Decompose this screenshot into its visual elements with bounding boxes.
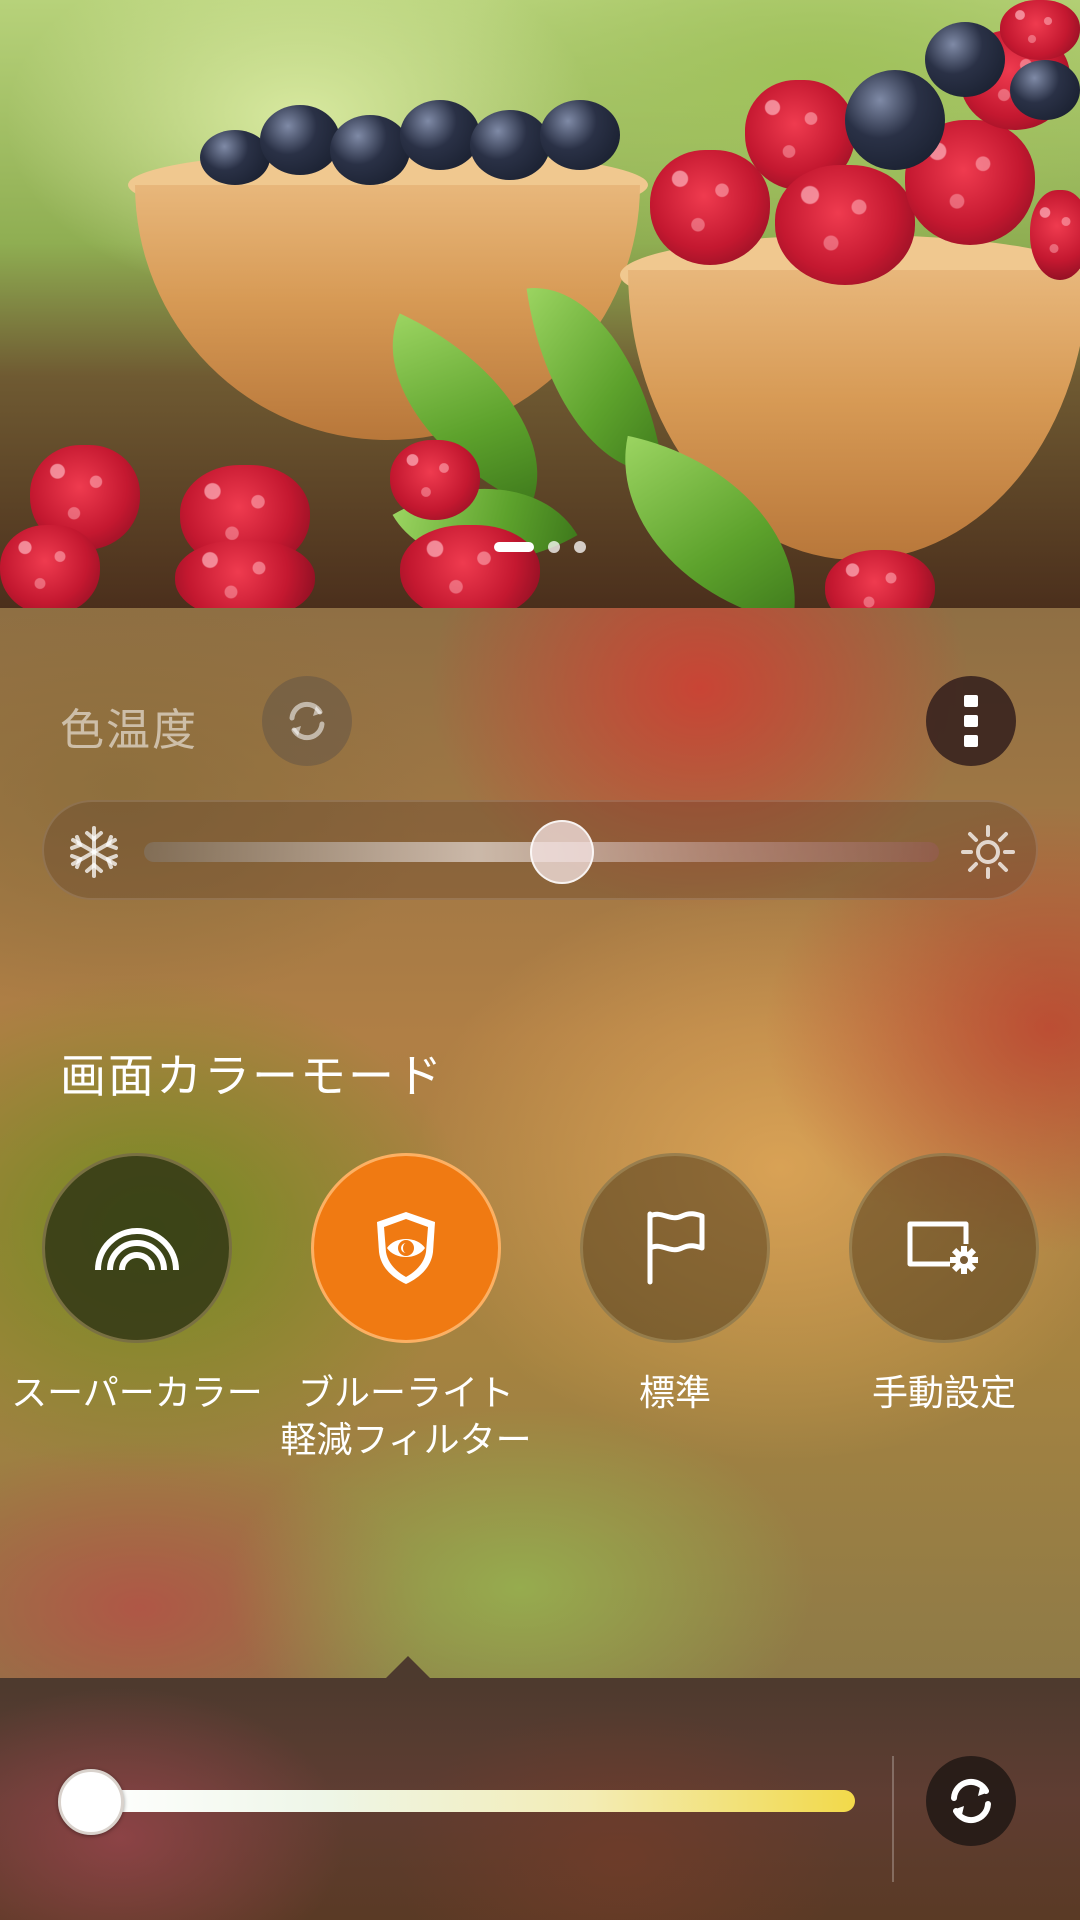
raspberry — [650, 150, 770, 265]
mode-standard-button[interactable] — [580, 1153, 770, 1343]
raspberry — [775, 165, 915, 285]
raspberry — [1000, 0, 1080, 60]
color-temperature-reset-button[interactable] — [262, 676, 352, 766]
blueberry — [1010, 60, 1080, 120]
preview-image[interactable] — [0, 0, 1080, 608]
screen-settings-icon — [907, 1221, 978, 1274]
display-settings-panel: 色温度 画面カラーモード スーパーカラー ブルーライト 軽減フィルター 標準 手… — [0, 608, 1080, 1678]
more-vertical-icon — [964, 695, 978, 747]
raspberry — [390, 440, 480, 520]
mode-manual-settings-button[interactable] — [849, 1153, 1039, 1343]
color-temperature-label: 色温度 — [60, 705, 198, 756]
mode-label: スーパーカラー — [11, 1373, 263, 1414]
blueberry — [540, 100, 620, 170]
blueberry — [400, 100, 480, 170]
page-indicator — [0, 540, 1080, 554]
more-options-button[interactable] — [926, 676, 1016, 766]
mode-label: 手動設定 — [871, 1373, 1016, 1414]
raspberry — [0, 525, 100, 608]
mode-manual-settings[interactable]: 手動設定 — [809, 1153, 1079, 1418]
mode-blue-light-filter-button[interactable] — [311, 1153, 501, 1343]
raspberry — [400, 525, 540, 608]
divider — [892, 1756, 894, 1882]
blueberry — [260, 105, 340, 175]
raspberry — [825, 550, 935, 608]
mode-standard[interactable]: 標準 — [540, 1153, 810, 1418]
snowflake-icon — [70, 826, 118, 878]
selected-mode-pointer — [386, 1656, 430, 1678]
blue-light-filter-slider[interactable] — [90, 1790, 855, 1812]
refresh-icon — [289, 701, 325, 741]
screen-color-mode-title: 画面カラーモード — [60, 1049, 444, 1103]
blueberry — [470, 110, 550, 180]
color-temperature-slider[interactable] — [42, 800, 1038, 900]
blueberry — [330, 115, 410, 185]
mode-super-color[interactable]: スーパーカラー — [2, 1153, 272, 1418]
mode-label: 標準 — [638, 1373, 711, 1414]
flag-icon — [647, 1211, 705, 1285]
mode-label: ブルーライト 軽減フィルター — [280, 1373, 532, 1461]
eye-shield-icon — [377, 1212, 435, 1284]
page-dot — [494, 542, 534, 552]
rainbow-icon — [95, 1228, 179, 1271]
blackberry — [925, 22, 1005, 97]
mode-blue-light-filter[interactable]: ブルーライト 軽減フィルター — [271, 1153, 541, 1465]
page-dot — [574, 541, 586, 553]
blueberry — [845, 70, 945, 170]
blue-light-filter-reset-button[interactable] — [926, 1756, 1016, 1846]
page-dot — [548, 541, 560, 553]
sun-icon — [961, 825, 1015, 879]
blue-light-filter-thumb[interactable] — [58, 1769, 124, 1835]
blue-light-filter-panel — [0, 1678, 1080, 1920]
refresh-icon — [951, 1779, 991, 1823]
mode-super-color-button[interactable] — [42, 1153, 232, 1343]
color-temperature-thumb[interactable] — [529, 820, 594, 884]
